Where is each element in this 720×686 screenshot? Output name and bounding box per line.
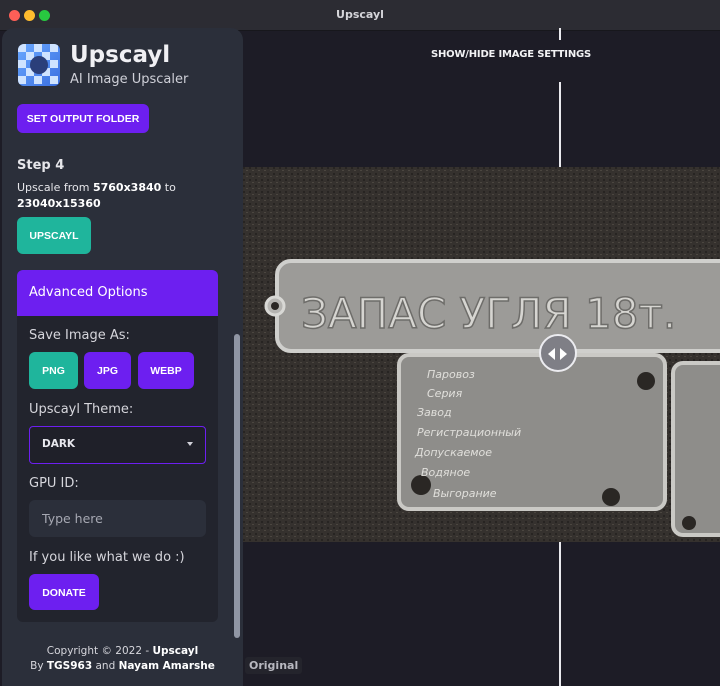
format-png-button[interactable]: PNG: [29, 352, 78, 389]
main-preview-area: SHOW/HIDE IMAGE SETTINGS ЗАПАС УГЛЯ 18т.: [243, 28, 720, 686]
plate-small-line: Допускаемое: [414, 446, 492, 459]
plate-small-line: Паровоз: [427, 368, 475, 381]
from-size: 5760x3840: [92, 181, 162, 194]
caret-down-icon: [187, 442, 193, 446]
advanced-options-panel: Save Image As: PNG JPG WEBP Upscayl Them…: [17, 316, 218, 622]
compare-divider-top: [559, 28, 561, 40]
plate-small-line: Завод: [417, 406, 452, 419]
donate-button[interactable]: DONATE: [29, 574, 99, 610]
set-output-folder-button[interactable]: SET OUTPUT FOLDER: [17, 104, 149, 133]
compare-slider-handle[interactable]: [539, 334, 577, 372]
plate-small-line: Регистрационный: [417, 426, 521, 439]
plate-small-line: Водяное: [421, 466, 470, 479]
toggle-image-settings-button[interactable]: SHOW/HIDE IMAGE SETTINGS: [431, 49, 591, 60]
left-arrow-icon: [548, 348, 555, 360]
original-label: Original: [245, 657, 303, 674]
sidebar-scrollbar-thumb[interactable]: [234, 334, 240, 638]
preview-photo: ЗАПАС УГЛЯ 18т. Паровоз Серия Завод Реги…: [243, 167, 720, 542]
to-size: 23040x15360: [17, 197, 101, 210]
save-as-label: Save Image As:: [29, 328, 130, 343]
step4-title: Step 4: [17, 158, 65, 173]
theme-select[interactable]: DARK: [29, 426, 206, 464]
upscayl-logo-icon: [18, 44, 60, 86]
format-jpg-button[interactable]: JPG: [84, 352, 131, 389]
theme-select-value: DARK: [42, 438, 76, 450]
format-webp-button[interactable]: WEBP: [138, 352, 194, 389]
donate-label: If you like what we do :): [29, 550, 185, 565]
sidebar-scroll-area[interactable]: SET OUTPUT FOLDER Step 4 Upscale from 57…: [2, 104, 243, 686]
gpu-id-input[interactable]: [29, 500, 206, 537]
app-subtitle: AI Image Upscaler: [70, 72, 189, 87]
footer-author-2: Nayam Amarshe: [118, 660, 215, 672]
image-preview: ЗАПАС УГЛЯ 18т. Паровоз Серия Завод Реги…: [243, 167, 720, 542]
window-title: Upscayl: [336, 8, 384, 21]
footer-author-1: TGS963: [46, 660, 93, 672]
plate-small-line: Серия: [427, 387, 463, 400]
right-arrow-icon: [560, 348, 567, 360]
app-name: Upscayl: [70, 42, 171, 68]
window-titlebar: Upscayl: [0, 0, 720, 31]
gpu-id-label: GPU ID:: [29, 476, 79, 491]
advanced-options-title: Advanced Options: [29, 285, 148, 300]
plate-big-text: ЗАПАС УГЛЯ 18т.: [301, 289, 676, 338]
footer: Copyright © 2022 - Upscayl By TGS963 and…: [30, 645, 215, 672]
advanced-options-header[interactable]: Advanced Options: [17, 270, 218, 316]
footer-brand: Upscayl: [152, 645, 199, 657]
theme-label: Upscayl Theme:: [29, 402, 134, 417]
plate-small-line: Выгорание: [433, 487, 497, 500]
upscale-size-text: Upscale from 5760x3840 to 23040x15360: [17, 181, 176, 210]
upscayl-button[interactable]: UPSCAYL: [17, 217, 91, 254]
sidebar: Upscayl AI Image Upscaler SET OUTPUT FOL…: [2, 28, 243, 686]
